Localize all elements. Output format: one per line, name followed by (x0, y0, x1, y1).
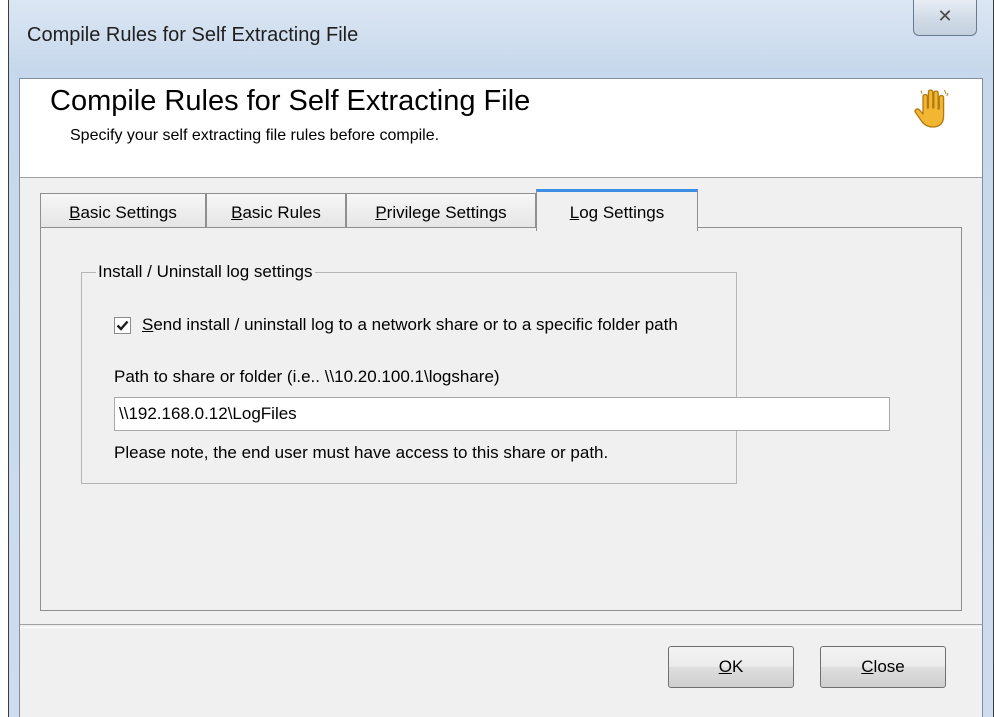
title-bar: Compile Rules for Self Extracting File ✕ (9, 0, 993, 78)
tab-label: rivilege Settings (386, 203, 507, 222)
log-settings-panel: Install / Uninstall log settings Send in… (40, 227, 962, 611)
path-label: Path to share or folder (i.e.. \\10.20.1… (114, 367, 500, 386)
checkbox-mnemonic: S (142, 315, 154, 334)
access-note: Please note, the end user must have acce… (114, 443, 609, 462)
log-settings-group: Install / Uninstall log settings Send in… (81, 262, 890, 484)
ok-button[interactable]: OK (668, 646, 794, 688)
tab-strip: Basic Settings Basic Rules Privilege Set… (40, 189, 962, 231)
send-log-checkbox[interactable] (114, 317, 131, 334)
header-title: Compile Rules for Self Extracting File (50, 85, 531, 117)
dialog-header: Compile Rules for Self Extracting File S… (20, 79, 982, 178)
dialog-window: Compile Rules for Self Extracting File ✕… (8, 0, 994, 717)
header-subtitle: Specify your self extracting file rules … (70, 127, 440, 144)
close-label: lose (873, 657, 905, 676)
close-icon: ✕ (937, 6, 953, 27)
tab-mnemonic: B (231, 203, 243, 222)
tab-basic-rules[interactable]: Basic Rules (206, 193, 346, 229)
send-log-checkbox-label[interactable]: Send install / uninstall log to a networ… (142, 315, 678, 335)
tab-basic-settings[interactable]: Basic Settings (40, 193, 206, 229)
log-path-input[interactable] (114, 397, 890, 431)
checkmark-icon (116, 320, 129, 331)
window-close-button[interactable]: ✕ (913, 0, 977, 36)
close-mnemonic: C (861, 657, 874, 676)
window-title: Compile Rules for Self Extracting File (27, 24, 359, 46)
tab-mnemonic: L (569, 203, 580, 222)
tab-privilege-settings[interactable]: Privilege Settings (346, 193, 536, 229)
hand-icon (914, 89, 949, 128)
tab-mnemonic: B (69, 203, 81, 222)
tab-label: asic Rules (242, 203, 321, 222)
footer-separator (20, 624, 982, 628)
tab-label: asic Settings (80, 203, 177, 222)
tab-label: og Settings (579, 203, 665, 222)
checkbox-label-text: end install / uninstall log to a network… (153, 315, 678, 334)
tab-log-settings[interactable]: Log Settings (536, 189, 698, 231)
dialog-client-area: Compile Rules for Self Extracting File S… (19, 78, 983, 717)
group-title: Install / Uninstall log settings (96, 262, 315, 282)
close-button[interactable]: Close (820, 646, 946, 688)
tab-mnemonic: P (375, 203, 387, 222)
ok-label: K (731, 657, 744, 676)
ok-mnemonic: O (718, 657, 732, 676)
